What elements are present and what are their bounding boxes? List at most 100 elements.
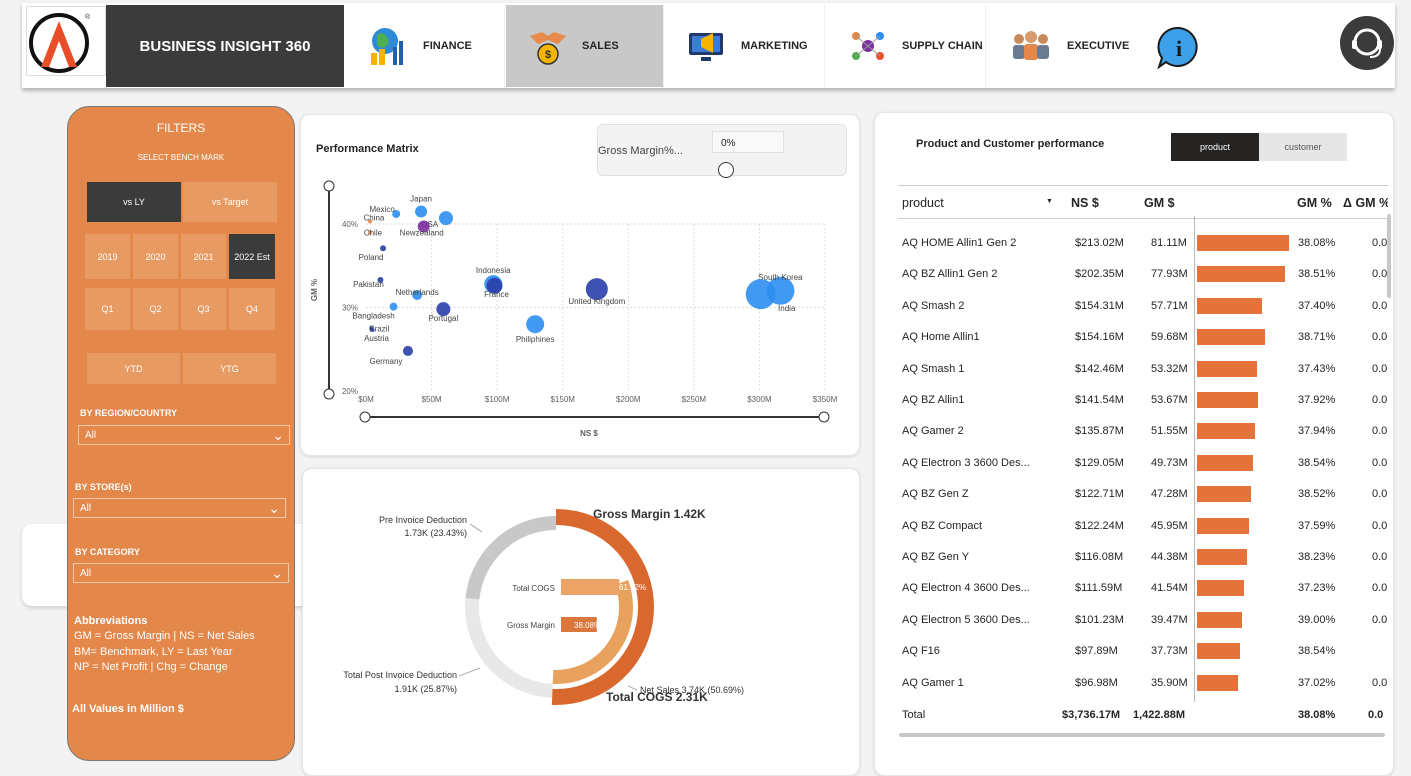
gm-cell: 37.73M (1151, 645, 1188, 658)
table-row[interactable]: AQ Gamer 1 $96.98M 35.90M 37.02% 0.0 (898, 668, 1388, 699)
gm-data-bar (1197, 235, 1289, 251)
period-ytg[interactable]: YTG (183, 353, 276, 384)
scatter-point[interactable] (370, 328, 375, 333)
y-tick-label: 40% (342, 220, 358, 229)
support-button[interactable] (1340, 16, 1394, 70)
year-2021[interactable]: 2021 (181, 234, 226, 279)
scatter-point[interactable] (402, 345, 413, 356)
gm-pct-cell: 37.23% (1298, 582, 1336, 595)
nav-sales[interactable]: $ SALES (506, 5, 664, 87)
gross-margin-label: Gross Margin 1.42K (593, 507, 706, 521)
y-slider-handle-top[interactable] (323, 180, 335, 192)
table-row[interactable]: AQ BZ Allin1 $141.54M 53.67M 37.92% 0.0 (898, 385, 1388, 416)
gm-pct-cell: 37.59% (1298, 519, 1336, 532)
product-cell: AQ Electron 4 3600 Des... (902, 582, 1030, 595)
table-row[interactable]: AQ BZ Gen Z $122.71M 47.28M 38.52% 0.0 (898, 479, 1388, 510)
scatter-point-label: Portugal (428, 314, 458, 323)
quarter-q2[interactable]: Q2 (133, 288, 178, 330)
region-label: BY REGION/COUNTRY (80, 408, 178, 418)
x-slider-handle-left[interactable] (359, 411, 371, 423)
ns-cell: $116.08M (1075, 551, 1124, 563)
horizontal-scrollbar[interactable] (899, 733, 1385, 737)
table-row[interactable]: AQ Home Allin1 $154.16M 59.68M 38.71% 0.0 (898, 322, 1388, 353)
vertical-scrollbar[interactable] (1387, 214, 1391, 298)
scatter-point[interactable] (745, 279, 776, 310)
ns-cell: $129.05M (1075, 456, 1124, 469)
scatter-point[interactable] (380, 245, 387, 252)
delta-gm-cell: 0.0 (1372, 613, 1388, 626)
nav-finance[interactable]: FINANCE (345, 5, 505, 87)
gm-data-bar (1197, 517, 1250, 534)
y-tick-label: 20% (342, 387, 358, 396)
column-header-gm-pct[interactable]: GM % (1297, 196, 1332, 210)
scatter-point-label: Pakistan (353, 280, 384, 289)
nav-marketing[interactable]: MARKETING (665, 5, 825, 87)
year-2019[interactable]: 2019 (85, 234, 130, 279)
delta-gm-cell: 0.0 (1372, 456, 1388, 469)
table-row[interactable]: AQ Gamer 2 $135.87M 51.55M 37.94% 0.0 (898, 416, 1388, 447)
executives-icon (1013, 31, 1049, 60)
product-cell: AQ BZ Gen Z (902, 488, 969, 501)
values-footnote: All Values in Million $ (72, 703, 184, 715)
gm-cell: 44.38M (1151, 551, 1188, 563)
table-row[interactable]: AQ Electron 3 3600 Des... $129.05M 49.73M 3… (898, 448, 1388, 479)
gm-cell: 35.90M (1151, 676, 1188, 689)
year-2020[interactable]: 2020 (133, 234, 178, 279)
column-header-delta-gm[interactable]: Δ GM % (1343, 196, 1388, 210)
gm-data-bar (1197, 266, 1286, 283)
scatter-point[interactable] (415, 205, 428, 218)
period-ytd[interactable]: YTD (87, 353, 180, 384)
scatter-point[interactable] (389, 302, 398, 311)
gm-slicer-input[interactable]: 0% (712, 131, 784, 153)
region-select[interactable]: All ⌄ (78, 425, 290, 445)
column-divider (1194, 216, 1195, 702)
benchmark-vs-ly[interactable]: vs LY (87, 182, 181, 222)
toggle-product[interactable]: product (1171, 133, 1259, 161)
year-2022-est[interactable]: 2022 Est (229, 234, 275, 279)
nav-supply-chain[interactable]: SUPPLY CHAIN (826, 5, 986, 87)
table-row[interactable]: AQ BZ Compact $122.24M 45.95M 37.59% 0.0 (898, 511, 1388, 542)
x-slider-handle-right[interactable] (818, 411, 830, 423)
table-row[interactable]: AQ Smash 1 $142.46M 53.32M 37.43% 0.0 (898, 354, 1388, 385)
toggle-customer[interactable]: customer (1259, 133, 1347, 161)
scatter-point-label: Newzealand (400, 229, 444, 238)
quarter-q3[interactable]: Q3 (181, 288, 226, 330)
table-row[interactable]: AQ Smash 2 $154.31M 57.71M 37.40% 0.0 (898, 291, 1388, 322)
nav-executive[interactable]: EXECUTIVE (987, 5, 1145, 87)
y-slider-handle-bottom[interactable] (323, 388, 335, 400)
pl-donut-chart: Total COGS 61.92% Gross Margin 38.08% Gr… (343, 507, 744, 705)
sort-desc-icon[interactable]: ▼ (1046, 198, 1053, 205)
ns-cell: $97.89M (1075, 645, 1118, 658)
gm-pct-cell: 37.40% (1298, 299, 1336, 312)
total-label: Total (902, 709, 926, 721)
table-row[interactable]: AQ HOME Allin1 Gen 2 $213.02M 81.11M 38.08%… (898, 228, 1388, 259)
category-select[interactable]: All ⌄ (73, 563, 289, 583)
donut-segment-post-invoice (465, 598, 553, 698)
quarter-q1[interactable]: Q1 (85, 288, 130, 330)
benchmark-vs-target[interactable]: vs Target (183, 182, 277, 222)
scatter-point[interactable] (526, 315, 545, 334)
info-button[interactable]: i (1156, 25, 1200, 70)
scatter-point[interactable] (438, 211, 453, 226)
column-header-ns[interactable]: NS $ (1071, 196, 1099, 210)
total-cogs-bar (561, 579, 620, 595)
column-header-gm[interactable]: GM $ (1144, 196, 1175, 210)
table-row[interactable]: AQ Electron 4 3600 Des... $111.59M 41.54M 3… (898, 573, 1388, 604)
product-cell: AQ Electron 5 3600 Des... (902, 613, 1030, 626)
filters-panel: FILTERS SELECT BENCH MARK vs LY vs Targe… (67, 106, 295, 761)
chevron-down-icon: ⌄ (272, 427, 284, 443)
store-select[interactable]: All ⌄ (73, 498, 286, 518)
table-row[interactable]: AQ BZ Allin1 Gen 2 $202.35M 77.93M 38.51% 0.… (898, 259, 1388, 290)
gm-cell: 59.68M (1151, 331, 1188, 344)
column-header-product[interactable]: product (902, 196, 944, 210)
product-cell: AQ BZ Allin1 Gen 2 (902, 268, 998, 281)
megaphone-monitor-icon (689, 33, 723, 61)
gm-data-bar (1197, 297, 1263, 314)
table-row[interactable]: AQ F16 $97.89M 37.73M 38.54% (898, 636, 1388, 667)
table-row[interactable]: AQ Electron 5 3600 Des... $101.23M 39.47M 3… (898, 605, 1388, 636)
quarter-q4[interactable]: Q4 (229, 288, 275, 330)
scatter-point-label: Netherlands (396, 288, 439, 297)
table-row[interactable]: AQ BZ Gen Y $116.08M 44.38M 38.23% 0.0 (898, 542, 1388, 573)
gm-data-bar (1197, 580, 1245, 597)
delta-gm-cell: 0.0 (1372, 268, 1388, 281)
